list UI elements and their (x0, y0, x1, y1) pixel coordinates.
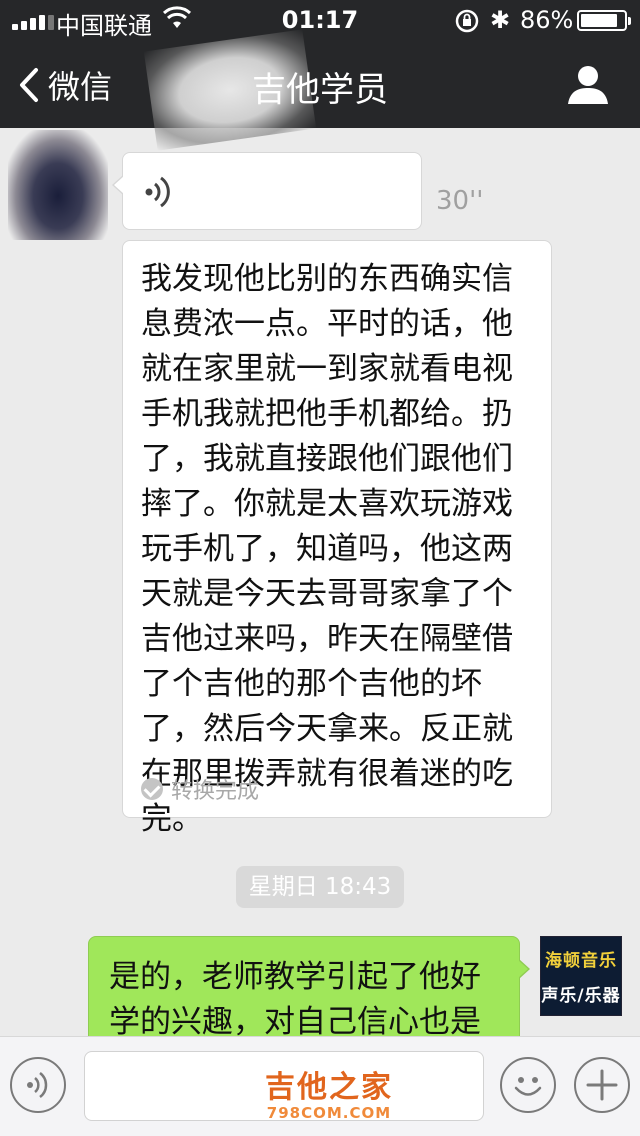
page-title: 吉他学员 (252, 70, 388, 110)
bluetooth-icon: ✱ (490, 6, 511, 34)
my-avatar-line2: 声乐/乐器 (541, 986, 621, 1006)
voice-wave-icon (145, 176, 170, 208)
emoji-icon (514, 1077, 542, 1096)
profile-icon[interactable] (566, 62, 610, 106)
site-watermark: 吉他之家 798COM.COM (254, 1062, 404, 1132)
voice-input-button[interactable] (10, 1057, 66, 1113)
chat-area[interactable]: 30'' 我发现他比别的东西确实信息费浓一点。平时的话，他就在家里就一到家就看电… (0, 128, 640, 1036)
battery-fill (581, 14, 618, 27)
my-message-bubble[interactable]: 是的，老师教学引起了他好学的兴趣，对自己信心也是 (88, 936, 530, 1036)
my-avatar[interactable]: 海顿音乐 声乐/乐器 (540, 936, 622, 1016)
voice-icon (27, 1072, 48, 1098)
plus-icon (586, 1069, 618, 1101)
watermark-sub: 798COM.COM (266, 1104, 392, 1122)
voice-message-bubble[interactable] (112, 152, 422, 230)
conversion-status: 转换完成 (141, 773, 259, 805)
contact-avatar[interactable] (8, 130, 108, 240)
rotation-lock-icon (455, 9, 479, 33)
voice-duration: 30'' (436, 186, 484, 216)
watermark-main: 吉他之家 (265, 1070, 393, 1105)
my-message-text: 是的，老师教学引起了他好学的兴趣，对自己信心也是 (109, 959, 481, 1036)
more-button[interactable] (574, 1057, 630, 1113)
nav-bar: 微信 吉他学员 (0, 29, 640, 151)
status-bar: 中国联通 01:17 ✱ 86% (0, 0, 640, 40)
top-bar: 中国联通 01:17 ✱ 86% 微信 吉他学员 (0, 0, 640, 151)
conversion-status-label: 转换完成 (171, 779, 260, 804)
battery-percent: 86% (520, 6, 574, 34)
transcript-bubble[interactable]: 我发现他比别的东西确实信息费浓一点。平时的话，他就在家里就一到家就看电视手机我就… (122, 240, 552, 837)
battery-icon (577, 10, 631, 31)
my-avatar-line1: 海顿音乐 (545, 951, 617, 971)
emoji-button[interactable] (500, 1057, 556, 1113)
transcript-text: 我发现他比别的东西确实信息费浓一点。平时的话，他就在家里就一到家就看电视手机我就… (141, 261, 513, 837)
check-circle-icon (141, 778, 163, 800)
timestamp-badge: 星期日 18:43 (236, 866, 404, 908)
